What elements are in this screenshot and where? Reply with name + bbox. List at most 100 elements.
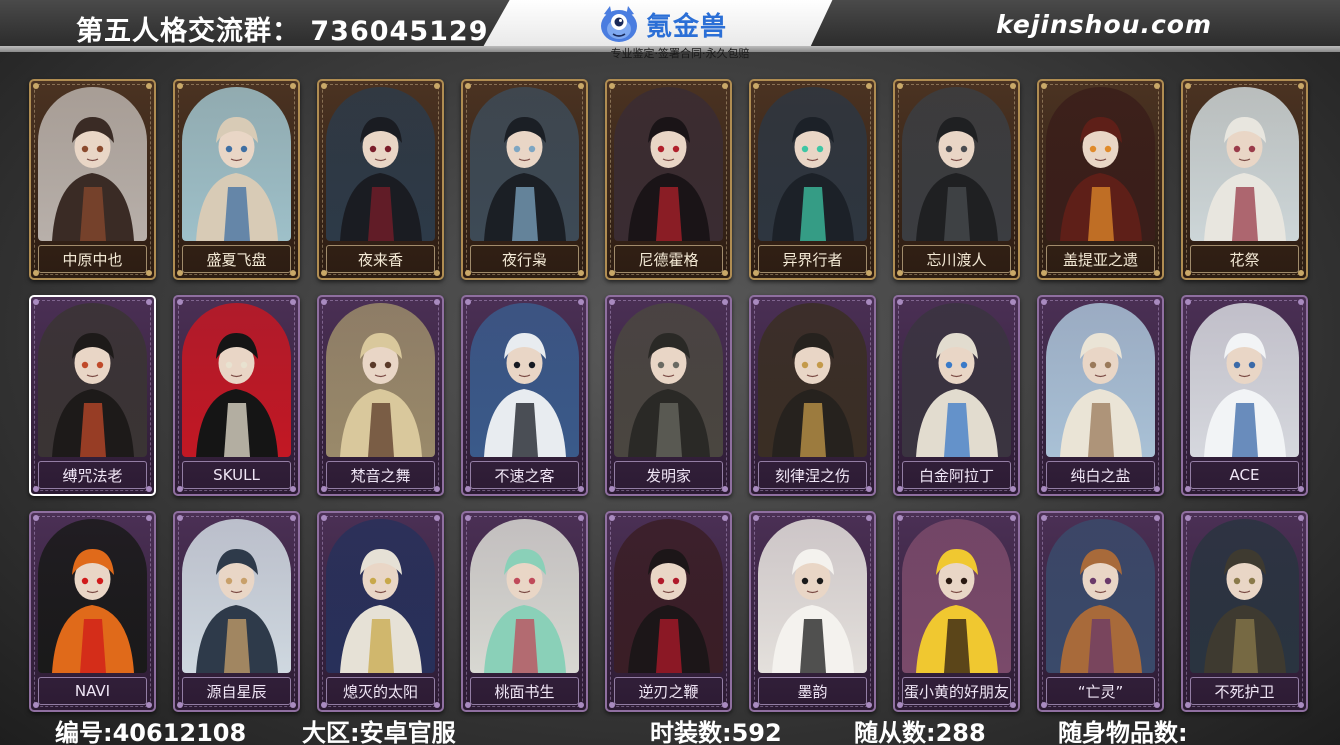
- frame-ornament: [1010, 515, 1016, 521]
- skin-name: 梵音之舞: [326, 461, 435, 489]
- frame-ornament: [1154, 486, 1160, 492]
- frame-ornament: [33, 515, 39, 521]
- server-region: 大区:安卓官服: [302, 719, 456, 745]
- skin-card[interactable]: 夜行枭: [461, 79, 588, 280]
- character-portrait: [758, 519, 867, 673]
- frame-ornament: [1298, 299, 1304, 305]
- frame-ornament: [1154, 515, 1160, 521]
- frame-ornament: [1010, 83, 1016, 89]
- frame-ornament: [609, 299, 615, 305]
- frame-ornament: [146, 515, 152, 521]
- skin-card[interactable]: 盛夏飞盘: [173, 79, 300, 280]
- character-portrait: [758, 303, 867, 457]
- skin-card[interactable]: 发明家: [605, 295, 732, 496]
- skin-card[interactable]: 中原中也: [29, 79, 156, 280]
- skin-card[interactable]: 忘川渡人: [893, 79, 1020, 280]
- character-portrait: [326, 303, 435, 457]
- frame-ornament: [434, 83, 440, 89]
- frame-ornament: [578, 270, 584, 276]
- character-portrait: [38, 519, 147, 673]
- frame-ornament: [722, 83, 728, 89]
- skin-name: 蛋小黄的好朋友: [902, 677, 1011, 705]
- frame-ornament: [897, 515, 903, 521]
- skin-name: 忘川渡人: [902, 245, 1011, 273]
- character-portrait: [470, 87, 579, 241]
- skin-card[interactable]: 桃面书生: [461, 511, 588, 712]
- skin-card[interactable]: 尼德霍格: [605, 79, 732, 280]
- character-portrait: [902, 303, 1011, 457]
- character-portrait: [182, 519, 291, 673]
- character-portrait: [1046, 303, 1155, 457]
- frame-ornament: [866, 299, 872, 305]
- character-portrait: [182, 303, 291, 457]
- character-portrait: [758, 87, 867, 241]
- frame-ornament: [290, 702, 296, 708]
- frame-ornament: [1041, 515, 1047, 521]
- skin-card[interactable]: 白金阿拉丁: [893, 295, 1020, 496]
- frame-ornament: [290, 486, 296, 492]
- skin-card[interactable]: ACE: [1181, 295, 1308, 496]
- outfit-count: 时装数:592: [650, 719, 782, 745]
- frame-ornament: [434, 270, 440, 276]
- skin-name: 中原中也: [38, 245, 147, 273]
- frame-ornament: [1298, 270, 1304, 276]
- skin-card[interactable]: 刻律涅之伤: [749, 295, 876, 496]
- frame-ornament: [434, 299, 440, 305]
- site-url-text[interactable]: kejinshou.com: [996, 10, 1212, 39]
- skin-name: 尼德霍格: [614, 245, 723, 273]
- skin-card[interactable]: 熄灭的太阳: [317, 511, 444, 712]
- skin-card[interactable]: SKULL: [173, 295, 300, 496]
- frame-ornament: [321, 83, 327, 89]
- skin-card[interactable]: 墨韵: [749, 511, 876, 712]
- frame-ornament: [866, 270, 872, 276]
- frame-ornament: [465, 515, 471, 521]
- frame-ornament: [465, 299, 471, 305]
- skin-card[interactable]: 缚咒法老: [29, 295, 156, 496]
- skin-card[interactable]: 盖提亚之遗: [1037, 79, 1164, 280]
- skin-name: 白金阿拉丁: [902, 461, 1011, 489]
- frame-ornament: [1298, 515, 1304, 521]
- skin-name: 不速之客: [470, 461, 579, 489]
- frame-ornament: [722, 299, 728, 305]
- skin-card[interactable]: 不速之客: [461, 295, 588, 496]
- skin-card[interactable]: NAVI: [29, 511, 156, 712]
- group-number-text: 第五人格交流群： 736045129: [76, 16, 489, 47]
- frame-ornament: [722, 270, 728, 276]
- character-portrait: [902, 519, 1011, 673]
- character-portrait: [326, 519, 435, 673]
- frame-ornament: [722, 486, 728, 492]
- frame-ornament: [866, 515, 872, 521]
- character-portrait: [902, 87, 1011, 241]
- skin-name: “亡灵”: [1046, 677, 1155, 705]
- frame-ornament: [146, 702, 152, 708]
- frame-ornament: [1185, 83, 1191, 89]
- brand-name: 氪金兽: [646, 12, 728, 42]
- frame-ornament: [866, 83, 872, 89]
- skin-card[interactable]: 逆刃之鞭: [605, 511, 732, 712]
- skin-card[interactable]: 蛋小黄的好朋友: [893, 511, 1020, 712]
- frame-ornament: [1298, 83, 1304, 89]
- skin-card[interactable]: “亡灵”: [1037, 511, 1164, 712]
- skin-card[interactable]: 纯白之盐: [1037, 295, 1164, 496]
- skin-name: SKULL: [182, 461, 291, 489]
- skin-card[interactable]: 花祭: [1181, 79, 1308, 280]
- frame-ornament: [290, 83, 296, 89]
- skin-card[interactable]: 异界行者: [749, 79, 876, 280]
- skin-name: 纯白之盐: [1046, 461, 1155, 489]
- frame-ornament: [1154, 299, 1160, 305]
- character-portrait: [470, 303, 579, 457]
- frame-ornament: [578, 299, 584, 305]
- frame-ornament: [609, 83, 615, 89]
- skin-name: 盖提亚之遗: [1046, 245, 1155, 273]
- frame-ornament: [866, 702, 872, 708]
- skin-card[interactable]: 夜来香: [317, 79, 444, 280]
- frame-ornament: [177, 83, 183, 89]
- skin-name: 异界行者: [758, 245, 867, 273]
- skin-card[interactable]: 梵音之舞: [317, 295, 444, 496]
- skin-card[interactable]: 源自星辰: [173, 511, 300, 712]
- brand-logo[interactable]: 氪金兽 专业鉴定·签署合同·永久包赔: [596, 2, 766, 60]
- character-portrait: [1190, 519, 1299, 673]
- skin-card[interactable]: 不死护卫: [1181, 511, 1308, 712]
- frame-ornament: [321, 515, 327, 521]
- frame-ornament: [1010, 299, 1016, 305]
